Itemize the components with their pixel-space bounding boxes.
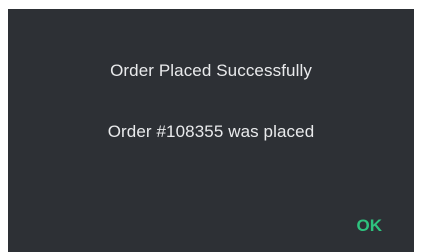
order-confirmation-dialog: Order Placed Successfully Order #108355 … bbox=[8, 9, 414, 252]
dialog-message: Order #108355 was placed bbox=[107, 122, 315, 141]
dialog-title: Order Placed Successfully bbox=[110, 61, 312, 80]
ok-button[interactable]: OK bbox=[351, 212, 389, 240]
